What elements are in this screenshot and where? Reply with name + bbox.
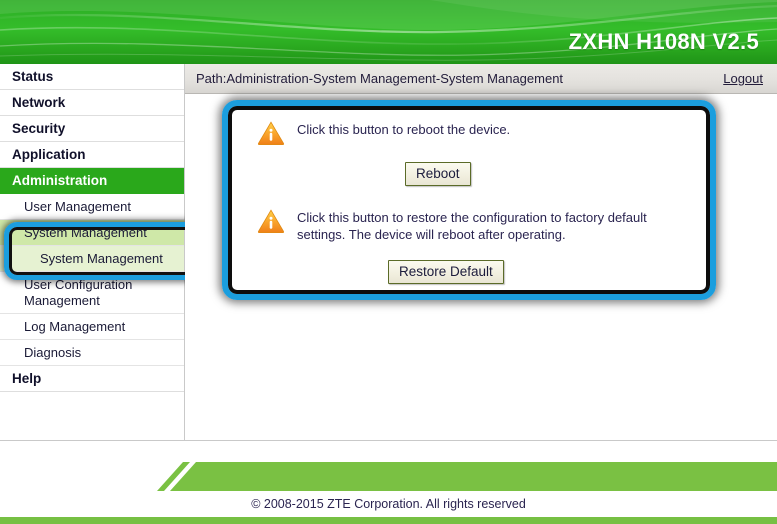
device-model-title: ZXHN H108N V2.5 [568,29,759,54]
header-banner: ZXHN H108N V2.5 [0,0,777,64]
sidebar-spacer [0,392,184,441]
sidebar-subitem-user-configuration-management[interactable]: User Configuration Management [0,272,184,314]
sidebar-item-help[interactable]: Help [0,366,184,392]
sidebar-nav: Status Network Security Application Admi… [0,64,185,486]
footer-diagonal-decoration [157,462,777,491]
sidebar-subitem-log-management[interactable]: Log Management [0,314,184,340]
sidebar-subitem-user-management[interactable]: User Management [0,194,184,220]
sidebar-subitem-diagnosis[interactable]: Diagnosis [0,340,184,366]
sidebar-subitem-system-management-child[interactable]: System Management [0,246,184,272]
reboot-button[interactable]: Reboot [405,162,471,186]
system-management-panel: Click this button to reboot the device. … [233,108,715,288]
sidebar-item-network[interactable]: Network [0,90,184,116]
breadcrumb-path: Path:Administration-System Management-Sy… [196,71,564,86]
restore-default-button[interactable]: Restore Default [388,260,504,284]
warning-triangle-icon [257,209,285,233]
sidebar-item-administration[interactable]: Administration [0,168,184,194]
sidebar-item-application[interactable]: Application [0,142,184,168]
restore-description: Click this button to restore the configu… [297,210,647,242]
footer: © 2008-2015 ZTE Corporation. All rights … [0,441,777,524]
reboot-description: Click this button to reboot the device. [297,122,511,137]
main-content: Click this button to reboot the device. … [185,94,777,441]
sidebar-item-status[interactable]: Status [0,64,184,90]
path-bar: Path:Administration-System Management-Sy… [185,64,777,94]
sidebar-subitem-system-management[interactable]: System Management [0,220,184,246]
logout-link[interactable]: Logout [723,71,763,86]
warning-triangle-icon [257,121,285,145]
copyright-text: © 2008-2015 ZTE Corporation. All rights … [251,497,526,511]
footer-accent-bar [0,517,777,524]
sidebar-item-security[interactable]: Security [0,116,184,142]
